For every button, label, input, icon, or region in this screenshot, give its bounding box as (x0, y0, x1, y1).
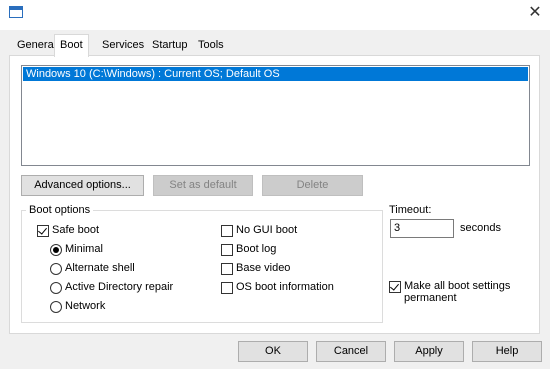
set-as-default-button[interactable]: Set as default (153, 175, 253, 196)
tab-boot[interactable]: Boot (54, 34, 89, 57)
safe-boot-checkbox[interactable] (37, 225, 49, 237)
network-label: Network (65, 300, 106, 312)
timeout-label: Timeout: (389, 204, 432, 216)
safe-boot-label: Safe boot (52, 224, 100, 236)
os-list[interactable]: Windows 10 (C:\Windows) : Current OS; De… (21, 65, 530, 166)
delete-button[interactable]: Delete (262, 175, 363, 196)
tab-services[interactable]: Services (97, 36, 149, 55)
alternate-shell-radio[interactable] (50, 263, 62, 275)
msconfig-app-icon (9, 6, 23, 18)
minimal-radio[interactable] (50, 244, 62, 256)
no-gui-boot-label: No GUI boot (236, 224, 298, 236)
title-bar (0, 0, 550, 30)
active-directory-repair-label: Active Directory repair (65, 281, 174, 293)
no-gui-boot-checkbox[interactable] (221, 225, 233, 237)
os-list-item-selected[interactable]: Windows 10 (C:\Windows) : Current OS; De… (23, 67, 528, 81)
checkmark-icon (390, 281, 399, 291)
apply-button[interactable]: Apply (394, 341, 464, 362)
close-icon[interactable]: ✕ (522, 2, 548, 24)
os-boot-information-checkbox[interactable] (221, 282, 233, 294)
minimal-label: Minimal (65, 243, 103, 255)
boot-log-checkbox[interactable] (221, 244, 233, 256)
timeout-input[interactable]: 3 (390, 219, 454, 238)
active-directory-repair-radio[interactable] (50, 282, 62, 294)
tab-tools[interactable]: Tools (193, 36, 229, 55)
cancel-button[interactable]: Cancel (316, 341, 386, 362)
base-video-label: Base video (236, 262, 291, 274)
advanced-options-button[interactable]: Advanced options... (21, 175, 144, 196)
network-radio[interactable] (50, 301, 62, 313)
boot-options-title: Boot options (26, 204, 94, 216)
alternate-shell-label: Alternate shell (65, 262, 135, 274)
radio-selected-dot-icon (53, 247, 59, 253)
os-boot-information-label: OS boot information (236, 281, 334, 293)
checkmark-icon (38, 225, 47, 235)
make-permanent-checkbox[interactable] (389, 281, 401, 293)
ok-button[interactable]: OK (238, 341, 308, 362)
make-permanent-label-line2: permanent (404, 292, 457, 304)
tab-startup[interactable]: Startup (147, 36, 192, 55)
boot-log-label: Boot log (236, 243, 277, 255)
help-button[interactable]: Help (472, 341, 542, 362)
timeout-unit-label: seconds (460, 222, 501, 234)
base-video-checkbox[interactable] (221, 263, 233, 275)
